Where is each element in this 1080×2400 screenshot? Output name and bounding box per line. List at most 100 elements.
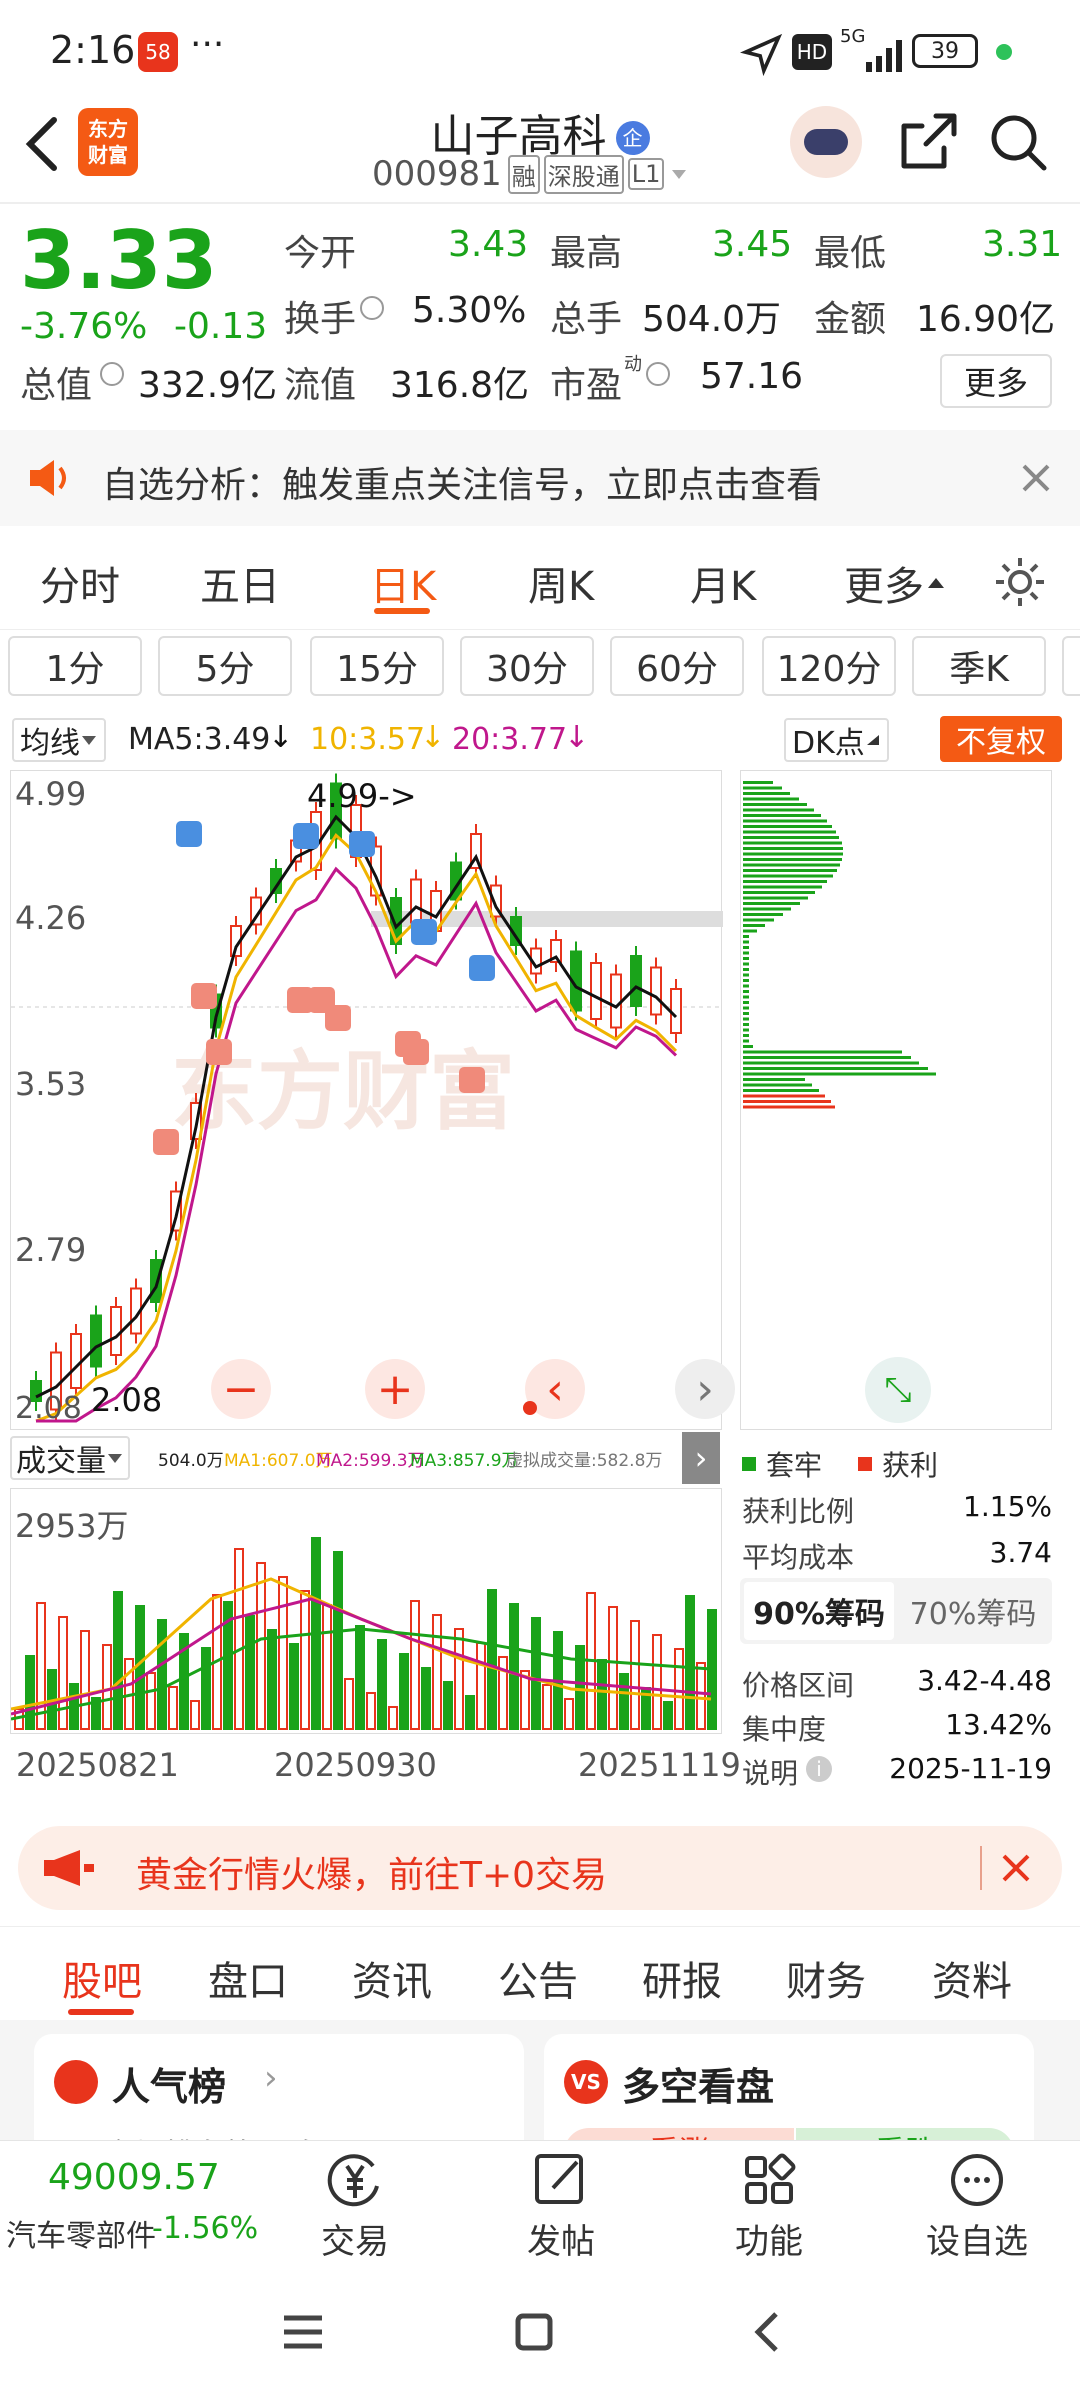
home-icon[interactable]	[512, 2310, 556, 2354]
pill-120min[interactable]: 120分	[762, 636, 896, 696]
share-icon[interactable]	[896, 110, 960, 174]
zoom-out-button[interactable]: −	[211, 1359, 271, 1419]
volume-selector[interactable]: 成交量	[10, 1436, 130, 1480]
volume-bar	[366, 1692, 376, 1730]
status-time: 2:16	[50, 28, 136, 72]
close-icon[interactable]	[998, 1850, 1034, 1886]
close-icon[interactable]	[1018, 460, 1054, 496]
legend-hold: 套牢	[742, 1444, 822, 1484]
info-icon[interactable]	[360, 296, 384, 320]
menu-icon[interactable]	[280, 2312, 326, 2352]
pill-5min[interactable]: 5分	[158, 636, 292, 696]
pill-30min[interactable]: 30分	[460, 636, 594, 696]
fq-button[interactable]: 不复权	[940, 716, 1062, 762]
ma20-value: 20:3.77	[452, 722, 568, 757]
volume-bar	[322, 1604, 332, 1730]
pill-1min[interactable]: 1分	[8, 636, 142, 696]
y-label-max: 4.99	[15, 775, 87, 813]
assistant-avatar[interactable]	[790, 106, 862, 178]
more-button[interactable]: 更多	[940, 354, 1052, 408]
tab-guba[interactable]: 股吧	[62, 1949, 142, 2007]
volume-bar	[267, 1629, 277, 1730]
tab-finance[interactable]: 财务	[786, 1949, 866, 2007]
index-change: -1.56%	[152, 2211, 259, 2246]
hot-rank-card[interactable]: 人气榜 › A股市场排名第95名	[34, 2034, 524, 2140]
pill-60min[interactable]: 60分	[610, 636, 744, 696]
tab-pankou[interactable]: 盘口	[208, 1949, 288, 2007]
tag-level: L1	[627, 158, 665, 190]
max-annotation: 4.99->	[307, 777, 417, 815]
tab-announce[interactable]: 公告	[498, 1949, 578, 2007]
scroll-right-button[interactable]: ›	[675, 1359, 735, 1419]
low-label: 最低	[814, 233, 887, 274]
concentration-label: 集中度	[742, 1713, 827, 1746]
tab-profile[interactable]: 资料	[932, 1949, 1012, 2007]
chip-bar	[743, 786, 782, 790]
volume-chart[interactable]: 2953万	[10, 1488, 722, 1734]
nav-add-watchlist[interactable]: 设自选	[902, 2152, 1052, 2263]
nav-trade[interactable]: 交易	[280, 2152, 430, 2263]
chip-bar	[743, 852, 843, 856]
signal-badge	[403, 1039, 429, 1065]
volume-bar	[685, 1595, 695, 1730]
bear-button[interactable]: 看跌	[796, 2128, 1014, 2140]
bull-button[interactable]: 看涨	[564, 2128, 794, 2140]
tab-90-chip[interactable]: 90%筹码	[744, 1582, 894, 1640]
notice-bar[interactable]: 自选分析：触发重点关注信号，立即点击查看	[0, 430, 1080, 526]
kline-chart[interactable]: 东方财富 4.99 4.26 3.53 2.79 2.08 4.99-> 2.0…	[10, 770, 735, 1430]
search-icon[interactable]	[986, 110, 1050, 174]
volume-bar	[619, 1673, 629, 1730]
promo-banner[interactable]: 黄金行情火爆，前往T+0交易	[18, 1826, 1062, 1910]
tab-monthly-k[interactable]: 月K	[690, 554, 756, 612]
info-icon[interactable]: i	[806, 1756, 832, 1782]
chip-bar	[743, 874, 833, 878]
turnover-value: 5.30%	[412, 290, 527, 331]
stock-code-row[interactable]: 000981 融 深股通 L1	[372, 152, 694, 196]
index-value[interactable]: 49009.57	[48, 2157, 220, 2198]
back-arrow-icon[interactable]	[18, 114, 68, 174]
pill-overflow[interactable]	[1062, 636, 1080, 696]
dk-selector[interactable]: DK点	[784, 718, 889, 762]
eastmoney-logo[interactable]: 东方 财富	[78, 108, 138, 176]
candle	[70, 1333, 82, 1389]
tab-minute[interactable]: 分时	[40, 554, 120, 612]
tab-more[interactable]: 更多	[844, 554, 924, 612]
high-value: 3.45	[712, 224, 793, 265]
candle	[110, 1306, 122, 1356]
chip-bar	[743, 1067, 928, 1070]
nav-function[interactable]: 功能	[694, 2152, 844, 2263]
volume-bar	[333, 1551, 343, 1730]
zoom-in-button[interactable]: +	[365, 1359, 425, 1419]
volume-bar	[454, 1628, 464, 1730]
yuan-circle-icon	[327, 2154, 379, 2207]
ma-selector[interactable]: 均线	[12, 718, 106, 762]
pill-15min[interactable]: 15分	[310, 636, 444, 696]
long-short-card[interactable]: VS 多空看盘 看涨 看跌	[544, 2034, 1034, 2140]
open-label: 今开	[284, 233, 357, 274]
pe-label: 市盈	[550, 365, 623, 406]
volume-bar	[652, 1634, 662, 1730]
gear-icon[interactable]	[992, 554, 1048, 610]
expand-icon[interactable]: ⤡	[865, 1357, 931, 1423]
open-value: 3.43	[448, 224, 529, 265]
info-icon[interactable]	[646, 362, 670, 386]
pill-quarter-k[interactable]: 季K	[912, 636, 1046, 696]
tab-news[interactable]: 资讯	[352, 1949, 432, 2007]
tab-research[interactable]: 研报	[642, 1949, 722, 2007]
tab-five-day[interactable]: 五日	[200, 554, 280, 612]
back-icon[interactable]	[748, 2310, 788, 2354]
volume-bar	[278, 1576, 288, 1730]
volume-bar	[630, 1620, 640, 1730]
chip-bar	[743, 1050, 902, 1054]
grid-icon	[745, 2153, 796, 2204]
info-icon[interactable]	[100, 362, 124, 386]
nav-post[interactable]: 发帖	[486, 2152, 636, 2263]
tab-daily-k[interactable]: 日K	[370, 554, 436, 612]
tab-70-chip[interactable]: 70%筹码	[898, 1582, 1048, 1640]
volume-bar	[388, 1706, 398, 1730]
chip-tabs: 90%筹码 70%筹码	[740, 1578, 1052, 1644]
chip-bar	[743, 1012, 749, 1015]
tab-weekly-k[interactable]: 周K	[528, 554, 594, 612]
expand-arrow-button[interactable]: ›	[682, 1432, 720, 1484]
volume-bar	[135, 1605, 145, 1730]
